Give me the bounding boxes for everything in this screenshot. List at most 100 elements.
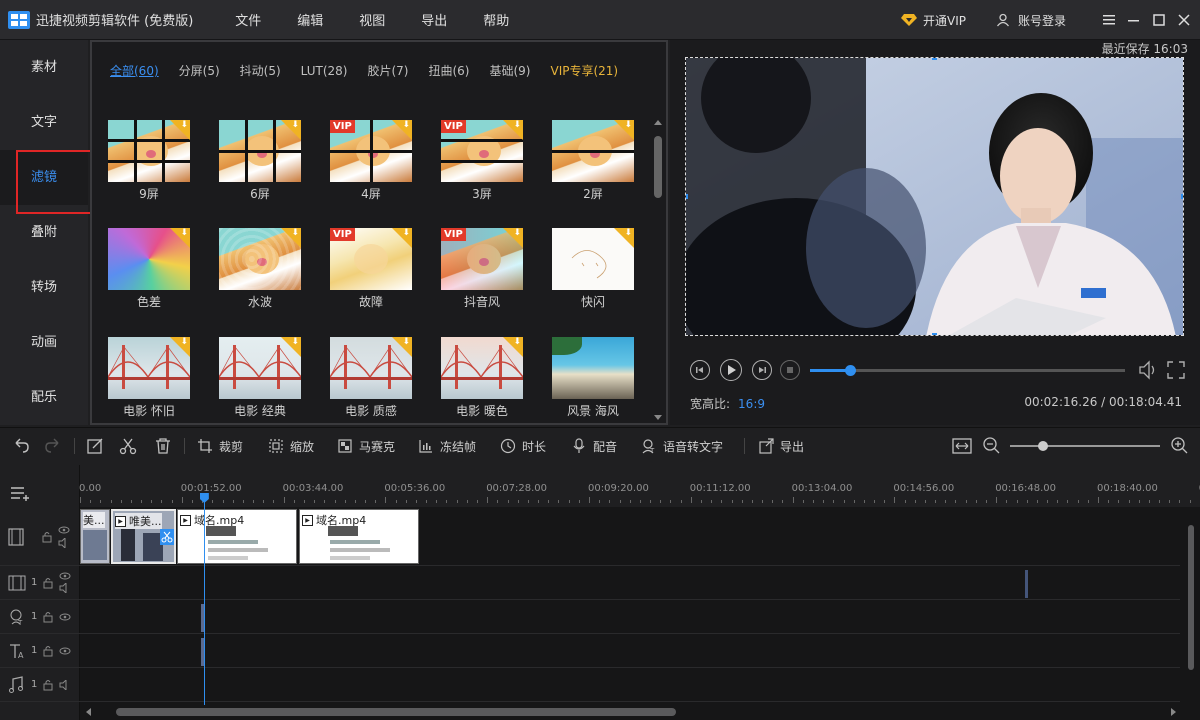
hamburger-menu-button[interactable] bbox=[1096, 0, 1121, 40]
mosaic-button[interactable]: 马赛克 bbox=[337, 428, 395, 464]
scroll-up-arrow-icon[interactable] bbox=[654, 120, 662, 125]
menu-file[interactable]: 文件 bbox=[217, 10, 279, 29]
filter-tile[interactable]: VIP ⬇ 3屏 bbox=[441, 120, 523, 202]
timeline-zoom-slider[interactable] bbox=[1010, 441, 1160, 451]
playhead-line[interactable] bbox=[203, 497, 205, 705]
filter-tile[interactable]: ⬇ 色差 bbox=[108, 228, 190, 310]
filter-tile[interactable]: ⬇ 6屏 bbox=[219, 120, 301, 202]
nav-item-music[interactable]: 配乐 bbox=[0, 370, 88, 425]
filter-scrollbar-thumb[interactable] bbox=[654, 136, 662, 198]
account-login-button[interactable]: 账号登录 bbox=[996, 12, 1066, 29]
fullscreen-icon[interactable] bbox=[1166, 360, 1186, 380]
video-clip-selected[interactable]: ▶ 唯美... bbox=[111, 509, 176, 564]
scroll-down-arrow-icon[interactable] bbox=[654, 415, 662, 420]
add-track-icon[interactable] bbox=[10, 485, 32, 501]
filter-tile[interactable]: ⬇ 电影 暖色 bbox=[441, 337, 523, 419]
delete-icon[interactable] bbox=[154, 437, 172, 455]
zoom-button[interactable]: 缩放 bbox=[268, 428, 314, 464]
filter-tile[interactable]: VIP ⬇ 故障 bbox=[330, 228, 412, 310]
crop-button[interactable]: 裁剪 bbox=[197, 428, 243, 464]
tab-basic[interactable]: 基础(9) bbox=[489, 64, 530, 91]
nav-item-animation[interactable]: 动画 bbox=[0, 315, 88, 370]
freeze-frame-button[interactable]: 冻结帧 bbox=[418, 428, 476, 464]
overlay-track[interactable] bbox=[80, 566, 1180, 600]
menu-view[interactable]: 视图 bbox=[341, 10, 403, 29]
video-clip[interactable]: 美... bbox=[80, 509, 110, 564]
aspect-ratio[interactable]: 宽高比: 16:9 bbox=[690, 395, 765, 412]
nav-item-material[interactable]: 素材 bbox=[0, 40, 88, 95]
eye-icon[interactable] bbox=[59, 613, 71, 621]
next-frame-button[interactable] bbox=[752, 360, 772, 380]
filter-tile[interactable]: VIP ⬇ 抖音风 bbox=[441, 228, 523, 310]
tab-lut[interactable]: LUT(28) bbox=[301, 64, 348, 91]
tab-distort[interactable]: 扭曲(6) bbox=[428, 64, 469, 91]
filter-tile[interactable]: ⬇ 电影 经典 bbox=[219, 337, 301, 419]
dubbing-button[interactable]: 配音 bbox=[571, 428, 617, 464]
lock-icon[interactable] bbox=[43, 577, 53, 589]
seek-bar[interactable] bbox=[810, 365, 1125, 376]
voice-text-track[interactable] bbox=[80, 600, 1180, 634]
nav-item-overlay[interactable]: 叠附 bbox=[0, 205, 88, 260]
tab-shake[interactable]: 抖动(5) bbox=[240, 64, 281, 91]
timeline-horizontal-scrollbar[interactable] bbox=[80, 705, 1180, 719]
lock-icon[interactable] bbox=[43, 679, 53, 691]
edit-icon[interactable] bbox=[86, 437, 104, 455]
timeline-ruler[interactable]: 0.00 00:01:52.00 00:03:44.00 00:05:36.00 00:… bbox=[79, 465, 1200, 507]
prev-frame-button[interactable] bbox=[690, 360, 710, 380]
nav-item-transition[interactable]: 转场 bbox=[0, 260, 88, 315]
tab-vip-exclusive[interactable]: VIP专享(21) bbox=[550, 64, 618, 91]
timeline-vertical-scrollbar[interactable] bbox=[1186, 523, 1196, 703]
zoom-in-icon[interactable] bbox=[1170, 436, 1190, 456]
tab-all[interactable]: 全部(60) bbox=[110, 64, 159, 91]
filter-scrollbar[interactable] bbox=[653, 120, 663, 420]
eye-icon[interactable] bbox=[59, 647, 71, 655]
text-track[interactable] bbox=[80, 634, 1180, 668]
close-button[interactable] bbox=[1171, 0, 1196, 40]
filter-tile[interactable]: 风景 海风 bbox=[552, 337, 634, 419]
timeline-vertical-scrollbar-thumb[interactable] bbox=[1188, 525, 1194, 670]
tab-film[interactable]: 胶片(7) bbox=[367, 64, 408, 91]
duration-button[interactable]: 时长 bbox=[500, 428, 546, 464]
nav-item-filter[interactable]: 滤镜 bbox=[0, 150, 97, 214]
lock-icon[interactable] bbox=[43, 611, 53, 623]
timeline-horizontal-scrollbar-thumb[interactable] bbox=[116, 708, 676, 716]
filter-tile[interactable]: ⬇ 电影 怀旧 bbox=[108, 337, 190, 419]
speech-to-text-button[interactable]: T 语音转文字 bbox=[641, 428, 723, 464]
video-preview[interactable] bbox=[685, 57, 1184, 336]
maximize-button[interactable] bbox=[1146, 0, 1171, 40]
lock-icon[interactable] bbox=[42, 531, 52, 543]
split-scissors-icon[interactable] bbox=[160, 529, 174, 545]
open-vip-button[interactable]: 开通VIP bbox=[900, 12, 966, 29]
volume-icon[interactable] bbox=[1138, 360, 1160, 380]
zoom-slider-knob[interactable] bbox=[1038, 441, 1048, 451]
redo-icon[interactable] bbox=[44, 437, 62, 455]
scroll-left-arrow-icon[interactable] bbox=[86, 708, 91, 716]
filter-tile[interactable]: ⬇ 快闪 bbox=[552, 228, 634, 310]
play-button[interactable] bbox=[720, 359, 742, 381]
filter-tile[interactable]: ⬇ 9屏 bbox=[108, 120, 190, 202]
minimize-button[interactable] bbox=[1121, 0, 1146, 40]
video-clip[interactable]: ▶ 域名.mp4 bbox=[299, 509, 419, 564]
filter-tile[interactable]: ⬇ 水波 bbox=[219, 228, 301, 310]
filter-tile[interactable]: ⬇ 2屏 bbox=[552, 120, 634, 202]
crop-handle-right[interactable] bbox=[1181, 194, 1183, 199]
crop-handle-bottom[interactable] bbox=[932, 333, 937, 335]
zoom-out-icon[interactable] bbox=[982, 436, 1002, 456]
music-track[interactable] bbox=[80, 668, 1180, 702]
video-track[interactable]: 美... ▶ 唯美... ▶ 域名.mp4 ▶ 域名.mp4 bbox=[80, 508, 1180, 566]
scissors-icon[interactable] bbox=[119, 437, 137, 455]
filter-tile[interactable]: ⬇ 电影 质感 bbox=[330, 337, 412, 419]
speaker-icon[interactable] bbox=[59, 679, 71, 690]
export-button[interactable]: 导出 bbox=[758, 428, 804, 464]
nav-item-text[interactable]: 文字 bbox=[0, 95, 88, 150]
eye-icon[interactable] bbox=[58, 526, 70, 534]
scroll-right-arrow-icon[interactable] bbox=[1171, 708, 1176, 716]
speaker-icon[interactable] bbox=[59, 583, 71, 593]
lock-icon[interactable] bbox=[43, 645, 53, 657]
stop-button[interactable] bbox=[780, 360, 800, 380]
video-clip[interactable]: ▶ 域名.mp4 bbox=[177, 509, 297, 564]
speaker-icon[interactable] bbox=[58, 537, 70, 548]
aspect-ratio-value[interactable]: 16:9 bbox=[738, 397, 765, 411]
crop-handle-top[interactable] bbox=[932, 58, 937, 60]
fit-timeline-icon[interactable] bbox=[952, 437, 972, 455]
